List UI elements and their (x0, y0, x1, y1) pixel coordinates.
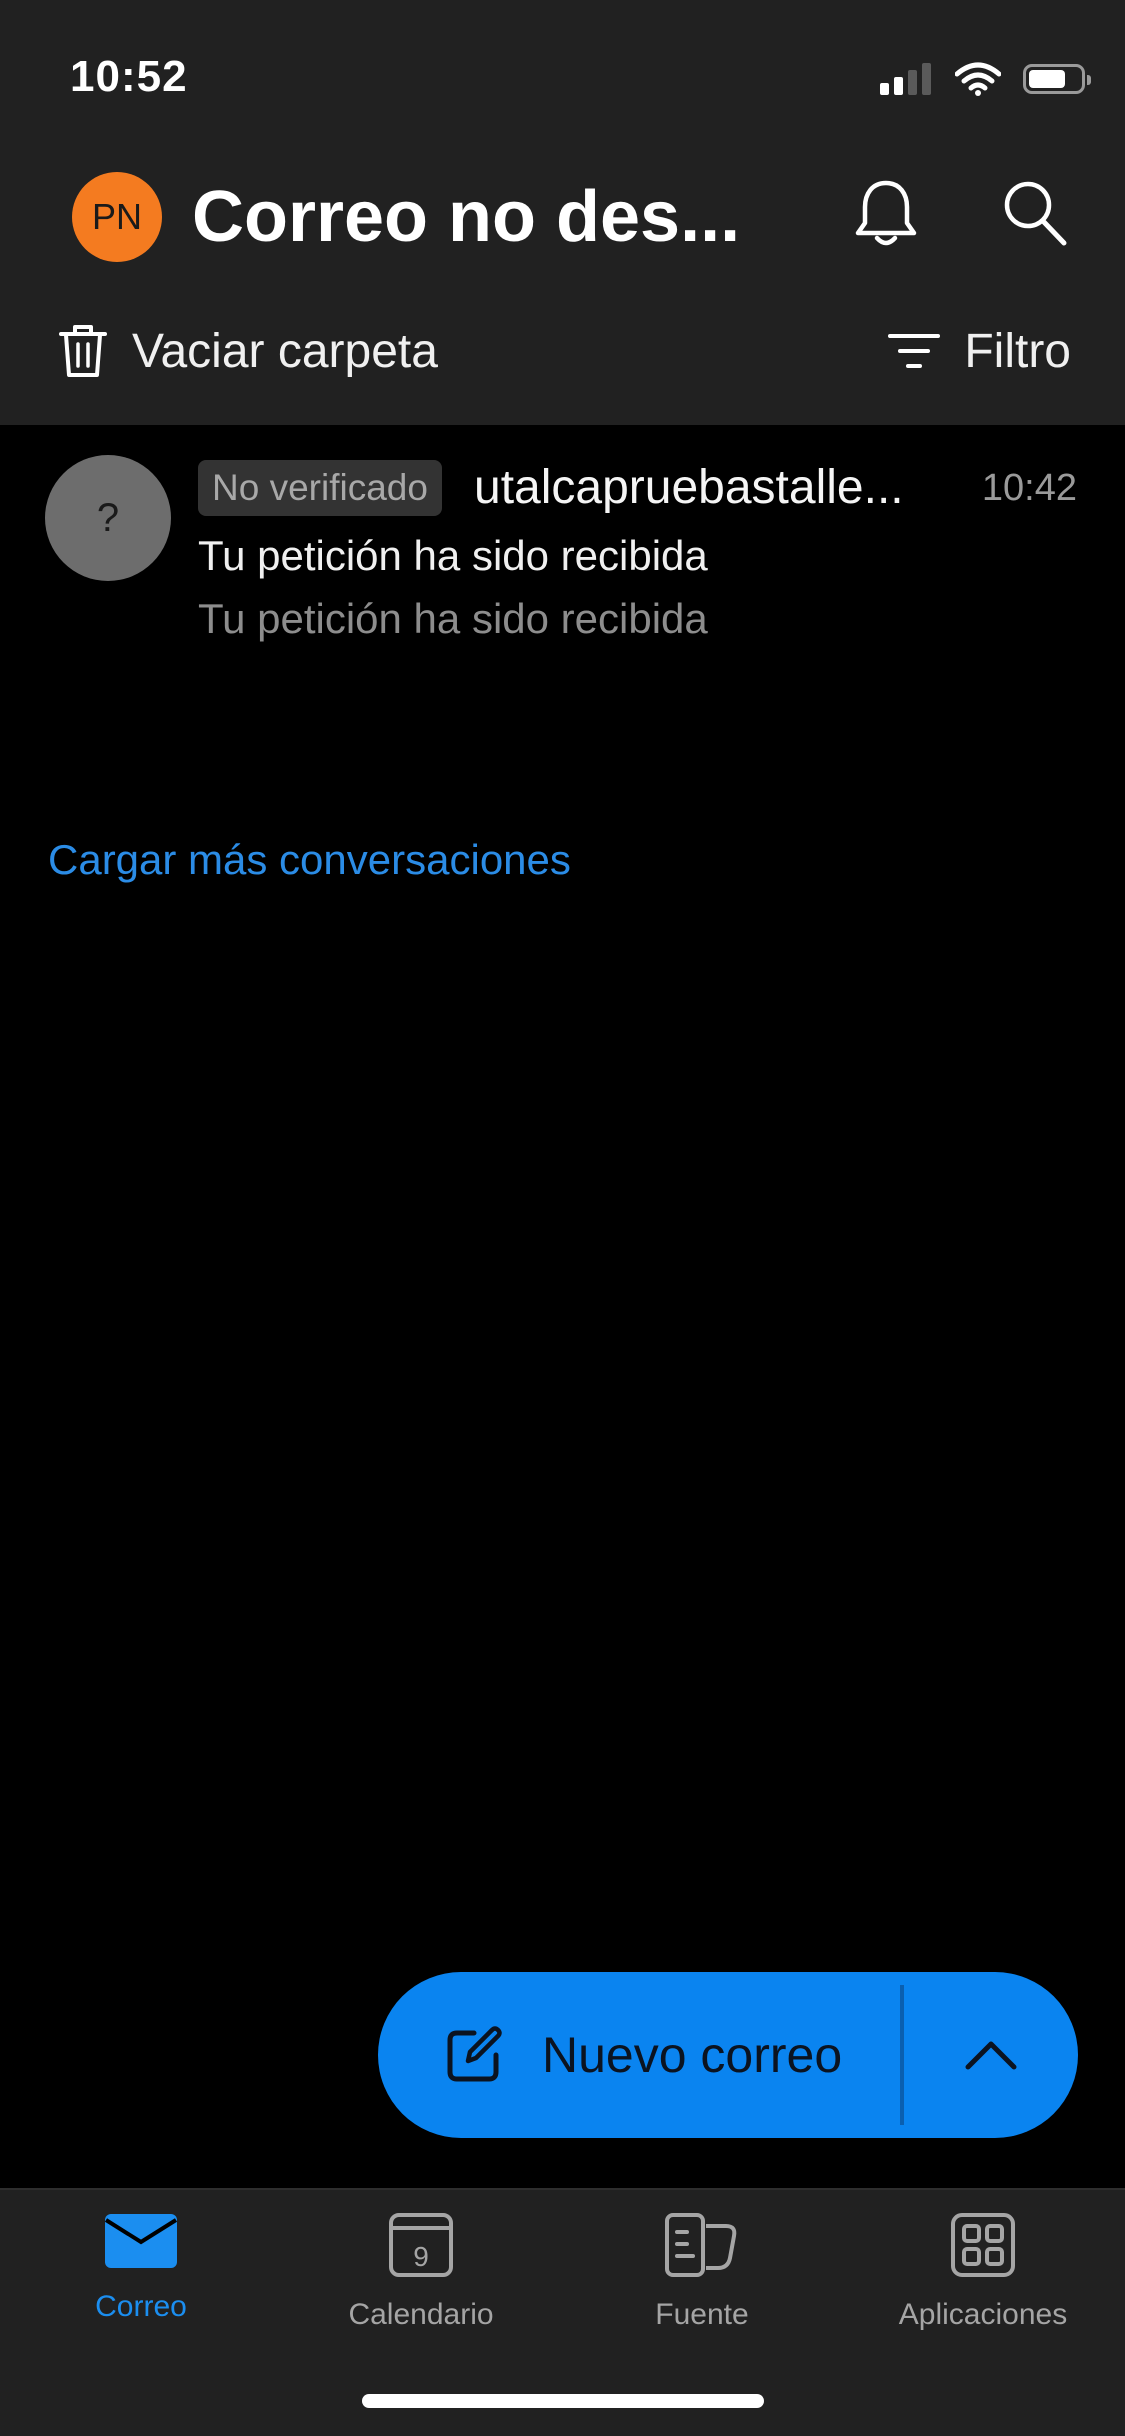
header: 10:52 PN Correo no des... Vaciar carpeta… (0, 0, 1125, 425)
empty-folder-button[interactable]: Vaciar carpeta (58, 318, 438, 384)
calendar-icon: 9 (389, 2213, 453, 2277)
compose-fab: Nuevo correo (378, 1972, 1078, 2138)
folder-title: Correo no des... (192, 177, 741, 257)
status-icons (880, 62, 1091, 96)
wifi-icon (955, 62, 1001, 96)
message-preview: Tu petición ha sido recibida (198, 595, 708, 642)
message-list-item[interactable]: ? No verificado utalcapruebastalle... 10… (0, 425, 1125, 665)
sender-avatar-text: ? (96, 495, 120, 540)
search-icon (1004, 181, 1067, 246)
filter-button[interactable]: Filtro (888, 318, 1071, 384)
feed-icon (665, 2213, 737, 2277)
tab-mail-label: Correo (95, 2290, 187, 2323)
filter-icon (888, 334, 941, 368)
unverified-badge: No verificado (198, 460, 442, 516)
avatar-initials: PN (91, 196, 142, 237)
mail-icon (104, 2214, 178, 2268)
new-mail-label: Nuevo correo (542, 2027, 843, 2083)
load-more-link[interactable]: Cargar más conversaciones (48, 836, 571, 884)
chevron-up-icon (965, 2041, 1017, 2070)
signal-icon (880, 63, 931, 95)
notifications-button[interactable] (848, 175, 924, 251)
tab-feed[interactable]: Fuente (562, 2212, 842, 2332)
tab-calendar-label: Calendario (348, 2298, 494, 2331)
filter-label: Filtro (964, 324, 1071, 378)
bell-icon (855, 180, 917, 246)
calendar-day: 9 (413, 2241, 429, 2272)
sender-name: utalcapruebastalle... (474, 461, 904, 514)
message-subject: Tu petición ha sido recibida (198, 532, 708, 579)
compose-options-button[interactable] (904, 1972, 1078, 2138)
battery-icon (1023, 64, 1091, 94)
message-time: 10:42 (981, 467, 1077, 509)
sender-avatar: ? (45, 455, 171, 581)
home-indicator (362, 2394, 764, 2408)
tab-feed-label: Fuente (655, 2298, 749, 2331)
search-button[interactable] (996, 175, 1072, 251)
status-time: 10:52 (70, 52, 188, 101)
tab-apps[interactable]: Aplicaciones (843, 2212, 1123, 2332)
compose-icon (447, 2026, 502, 2082)
trash-icon (59, 325, 107, 377)
account-avatar[interactable]: PN (72, 172, 162, 262)
tab-calendar[interactable]: 9 Calendario (281, 2212, 561, 2332)
tab-apps-label: Aplicaciones (898, 2298, 1068, 2331)
empty-folder-label: Vaciar carpeta (132, 324, 438, 378)
tab-mail[interactable]: Correo (1, 2212, 281, 2324)
new-mail-button[interactable]: Nuevo correo (378, 1972, 900, 2138)
apps-icon (951, 2213, 1015, 2277)
